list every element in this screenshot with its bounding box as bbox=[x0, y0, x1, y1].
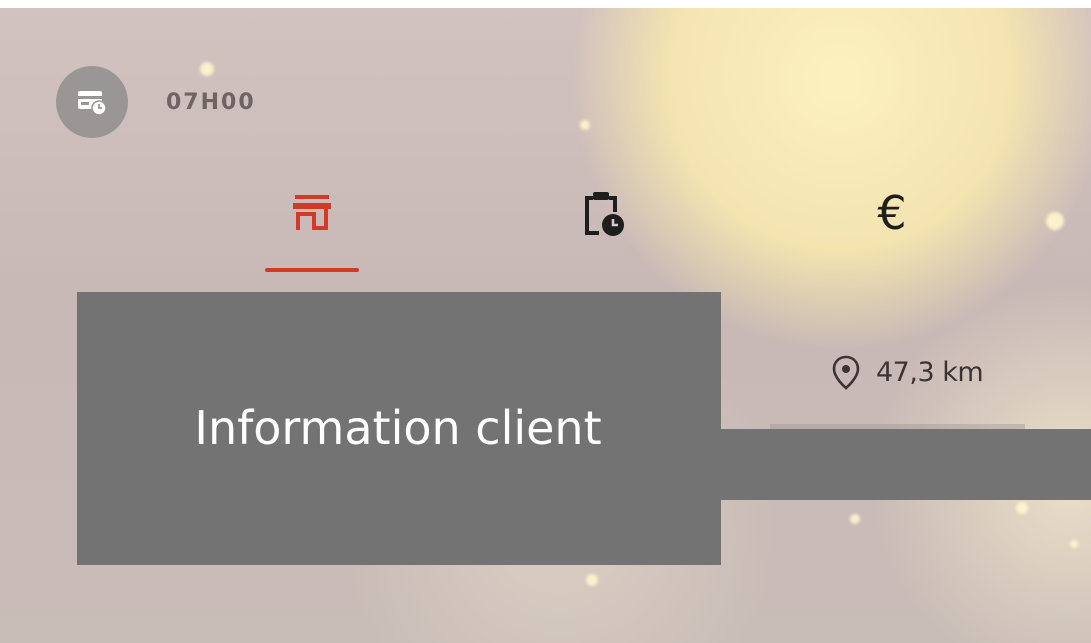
distance-value: 47,3 km bbox=[876, 356, 984, 388]
header: 07H00 bbox=[56, 66, 256, 138]
sparkle bbox=[1070, 540, 1078, 548]
card-clock-icon bbox=[78, 91, 107, 116]
location-pin-icon bbox=[832, 355, 860, 390]
euro-icon: € bbox=[877, 186, 907, 240]
distance-info: 47,3 km bbox=[830, 354, 984, 390]
tab-price[interactable]: € bbox=[842, 188, 942, 280]
tooltip-text: Information client bbox=[194, 400, 602, 455]
active-tab-indicator bbox=[265, 268, 359, 272]
avatar[interactable] bbox=[56, 66, 128, 138]
tooltip-connector bbox=[720, 429, 1091, 500]
tab-shop[interactable] bbox=[262, 188, 362, 280]
info-tooltip: Information client bbox=[77, 292, 721, 565]
sparkle bbox=[850, 514, 860, 524]
top-strip bbox=[0, 0, 1091, 8]
time-label: 07H00 bbox=[166, 89, 256, 115]
tab-schedule[interactable] bbox=[552, 188, 652, 280]
clipboard-clock-icon bbox=[577, 188, 627, 238]
storefront-icon bbox=[287, 188, 337, 238]
sparkle bbox=[586, 574, 598, 586]
sparkle bbox=[1016, 502, 1028, 514]
sparkle bbox=[1046, 212, 1064, 230]
sparkle bbox=[580, 120, 590, 130]
